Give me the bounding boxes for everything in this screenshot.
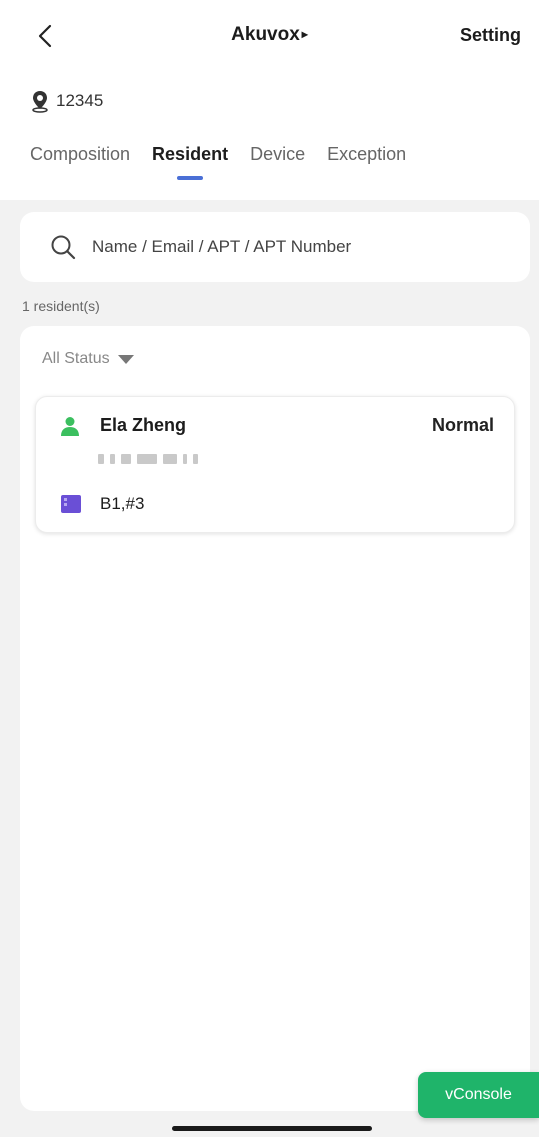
redacted-email xyxy=(98,453,198,465)
home-indicator xyxy=(172,1126,372,1131)
location-row: 12345 xyxy=(30,89,103,113)
resident-status: Normal xyxy=(431,415,494,435)
tab-exception[interactable]: Exception xyxy=(327,144,406,184)
location-pin-icon xyxy=(32,91,48,113)
building-icon xyxy=(61,495,81,513)
status-filter-dropdown[interactable]: All Status xyxy=(42,350,134,368)
search-bar[interactable] xyxy=(20,212,530,282)
app-title-text: Akuvox xyxy=(231,24,300,45)
tab-composition[interactable]: Composition xyxy=(30,144,130,184)
resident-name: Ela Zheng xyxy=(100,415,187,435)
tab-resident[interactable]: Resident xyxy=(152,144,228,184)
resident-count: 1 resident(s) xyxy=(22,298,100,314)
resident-name-row: Ela Zheng xyxy=(60,415,186,436)
setting-button[interactable]: Setting xyxy=(460,25,521,46)
search-icon xyxy=(51,235,76,260)
resident-apartment: B1,#3 xyxy=(100,494,145,513)
app-title[interactable]: Akuvox ▸ xyxy=(0,24,539,46)
vconsole-button[interactable]: vConsole xyxy=(418,1072,539,1118)
dropdown-triangle-icon xyxy=(117,354,134,364)
search-input[interactable] xyxy=(92,237,472,257)
tab-device[interactable]: Device xyxy=(250,144,305,184)
title-caret-icon: ▸ xyxy=(301,27,308,41)
resident-card[interactable]: Ela Zheng Normal B1,#3 xyxy=(35,396,515,533)
person-icon xyxy=(61,416,79,436)
tab-bar: Composition Resident Device Exception xyxy=(30,144,406,184)
top-header: Akuvox ▸ Setting 12345 Composition Reside… xyxy=(0,0,539,200)
nav-bar: Akuvox ▸ Setting xyxy=(0,20,539,52)
resident-apartment-row: B1,#3 xyxy=(60,493,144,515)
location-code: 12345 xyxy=(56,91,104,110)
resident-list-panel: All Status Ela Zheng Normal B1,#3 xyxy=(20,326,530,1111)
status-filter-label: All Status xyxy=(42,350,110,367)
